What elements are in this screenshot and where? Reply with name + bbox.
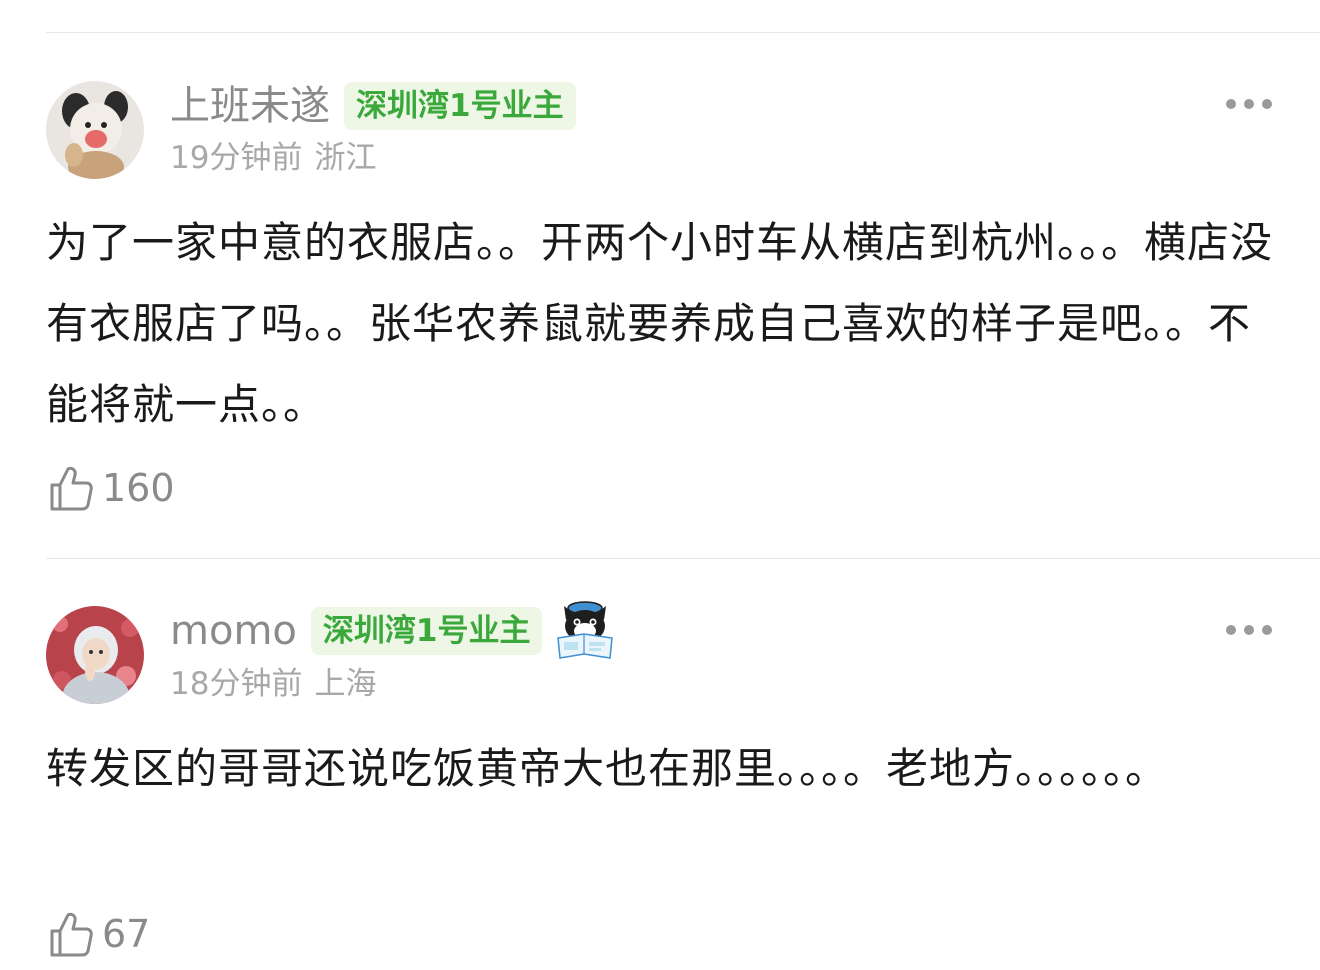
like-button[interactable]: 67: [46, 909, 150, 959]
comment-meta: 18分钟前 上海: [170, 664, 376, 704]
comment-location: 上海: [314, 666, 377, 702]
user-avatar[interactable]: [46, 81, 144, 179]
comment-time: 18分钟前: [170, 666, 303, 702]
comment-time: 19分钟前: [170, 140, 303, 176]
owner-badge[interactable]: 深圳湾1号业主: [344, 82, 576, 130]
username[interactable]: momo: [170, 605, 297, 657]
comment-location: 浙江: [314, 140, 377, 176]
username[interactable]: 上班未遂: [170, 80, 330, 132]
more-options-icon[interactable]: [1226, 98, 1272, 110]
user-line: 上班未遂 深圳湾1号业主: [170, 80, 576, 132]
thumbs-up-icon: [50, 466, 93, 511]
like-count: 67: [102, 912, 151, 956]
girl-portrait-avatar-icon: [46, 606, 144, 704]
comment-text: 转发区的哥哥还说吃饭黄帝大也在那里。。。。老地方。。。。。。: [46, 744, 1169, 793]
like-button[interactable]: 160: [46, 463, 175, 513]
user-avatar[interactable]: [46, 606, 144, 704]
comment-text: 为了一家中意的衣服店。。开两个小时车从横店到杭州。。。横店没有衣服店了吗。。张华…: [46, 218, 1274, 429]
cat-reading-newspaper-sticker-icon[interactable]: [554, 600, 616, 662]
plush-toy-avatar-icon: [46, 81, 144, 179]
user-line: momo 深圳湾1号业主: [170, 601, 616, 659]
comment-meta: 19分钟前 浙江: [170, 138, 376, 178]
thumbs-up-icon: [50, 912, 93, 957]
owner-badge[interactable]: 深圳湾1号业主: [310, 607, 543, 655]
like-count: 160: [102, 466, 175, 510]
comment-divider: [46, 558, 1320, 559]
more-options-icon[interactable]: [1226, 624, 1272, 636]
top-divider: [46, 32, 1320, 33]
